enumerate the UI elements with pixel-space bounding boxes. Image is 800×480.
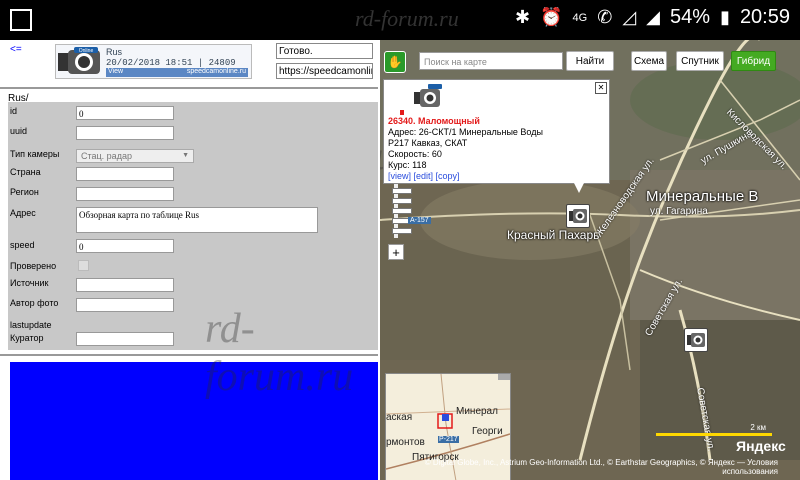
signal-empty-icon: ◿ bbox=[622, 7, 637, 27]
signal-icon: ◢ bbox=[646, 7, 660, 27]
camera-icon bbox=[569, 209, 587, 223]
label-photo-author: Автор фото bbox=[10, 298, 59, 308]
curator-field[interactable] bbox=[76, 332, 174, 346]
popup-camera-icon bbox=[414, 84, 442, 107]
camera-type-value: Стац. радар bbox=[81, 151, 132, 161]
back-link[interactable]: <= bbox=[10, 44, 22, 55]
status-icons: ✱ ⏰ 4G ✆ ◿ ◢ 54% ▮ 20:59 bbox=[515, 6, 790, 29]
street-label: ул. Гагарина bbox=[650, 206, 708, 217]
zoom-in-button[interactable]: + bbox=[388, 244, 404, 260]
label-address: Адрес bbox=[10, 208, 36, 218]
label-id: id bbox=[10, 106, 18, 116]
label-region: Регион bbox=[10, 187, 39, 197]
scale-label: 2 км bbox=[750, 423, 766, 432]
region-field[interactable] bbox=[76, 187, 174, 201]
speed-field[interactable]: 0 bbox=[76, 239, 174, 253]
zoom-tick bbox=[392, 208, 412, 214]
alarm-icon: ⏰ bbox=[540, 7, 563, 27]
scheme-button[interactable]: Схема bbox=[631, 51, 667, 71]
source-field[interactable] bbox=[76, 278, 174, 292]
speedcam-logo[interactable]: Online Rus 20/02/2018 18:51 | 24809 View… bbox=[55, 44, 252, 79]
zoom-tick bbox=[392, 228, 412, 234]
logo-line2: 20/02/2018 18:51 | 24809 bbox=[106, 58, 236, 68]
uuid-field[interactable] bbox=[76, 126, 174, 140]
clock: 20:59 bbox=[739, 6, 790, 28]
scale-line bbox=[656, 433, 772, 436]
popup-links[interactable]: [view] [edit] [copy] bbox=[388, 171, 460, 181]
minimap-road-shield: Р-217 bbox=[438, 436, 459, 443]
label-curator: Куратор bbox=[10, 333, 44, 343]
camera-type-select[interactable]: Стац. радар ▼ bbox=[76, 149, 194, 163]
camera-marker[interactable] bbox=[566, 204, 590, 228]
popup-speed: Скорость: 60 bbox=[388, 149, 442, 159]
status-dot bbox=[400, 110, 404, 115]
logo-line1: Rus bbox=[106, 47, 123, 57]
url-box[interactable]: https://speedcamonline bbox=[276, 63, 373, 79]
verified-checkbox[interactable] bbox=[78, 260, 89, 271]
minimap-label: рмонтов bbox=[386, 437, 425, 448]
label-uuid: uuid bbox=[10, 126, 28, 136]
hybrid-button[interactable]: Гибрид bbox=[731, 51, 776, 71]
bluetooth-icon: ✱ bbox=[515, 7, 531, 27]
popup-tail bbox=[573, 181, 585, 193]
camera-marker[interactable] bbox=[684, 328, 708, 352]
logo-line3: View speedcamonline.ru bbox=[106, 68, 248, 77]
minimap-label: Минерал bbox=[456, 406, 498, 417]
logo-site-label: speedcamonline.ru bbox=[186, 68, 246, 75]
id-field[interactable]: 0 bbox=[76, 106, 174, 120]
gallery-notification-icon bbox=[10, 9, 32, 31]
statusbar-watermark: rd-forum.ru bbox=[355, 6, 459, 31]
label-verified: Проверено bbox=[10, 261, 57, 271]
call-icon: ✆ bbox=[597, 7, 613, 27]
find-button[interactable]: Найти bbox=[566, 51, 614, 71]
map-search-input[interactable]: Поиск на карте bbox=[419, 52, 563, 70]
label-country: Страна bbox=[10, 167, 41, 177]
address-textarea[interactable]: Обзорная карта по таблице Rus bbox=[76, 207, 318, 233]
watermark-left: rd-forum.ru bbox=[205, 306, 354, 400]
road-shield: А-157 bbox=[408, 217, 431, 224]
popup-road: Р217 Кавказ, СКАТ bbox=[388, 138, 468, 148]
hand-tool-icon[interactable]: ✋ bbox=[384, 51, 406, 73]
label-speed: speed bbox=[10, 240, 35, 250]
online-badge: Online bbox=[79, 48, 94, 54]
label-camera-type: Тип камеры bbox=[10, 149, 60, 159]
close-icon[interactable]: ✕ bbox=[595, 82, 607, 94]
battery-percent: 54% bbox=[670, 6, 711, 28]
photo-author-field[interactable] bbox=[76, 298, 174, 312]
label-lastupdate: lastupdate bbox=[10, 320, 52, 330]
camera-logo-icon: Online bbox=[58, 47, 100, 74]
country-field[interactable] bbox=[76, 167, 174, 181]
popup-title: 26340. Маломощный bbox=[388, 116, 480, 126]
satellite-button[interactable]: Спутник bbox=[676, 51, 724, 71]
camera-icon bbox=[687, 333, 705, 347]
city-label: Минеральные В bbox=[646, 188, 759, 205]
map-view[interactable]: rd-forum.ru ✋ Поиск на карте Найти Схема… bbox=[380, 40, 800, 480]
network-type: 4G bbox=[572, 11, 588, 24]
status-box: Готово. bbox=[276, 43, 373, 59]
battery-icon: ▮ bbox=[720, 7, 730, 27]
label-source: Источник bbox=[10, 278, 49, 288]
popup-address: Адрес: 26-СКТ/1 Минеральные Воды bbox=[388, 127, 543, 137]
android-status-bar: rd-forum.ru ✱ ⏰ 4G ✆ ◿ ◢ 54% ▮ 20:59 bbox=[0, 0, 800, 40]
popup-course: Курс: 118 bbox=[388, 160, 427, 170]
village-label: Красный Пахарь bbox=[507, 228, 600, 242]
zoom-tick bbox=[392, 198, 412, 204]
chevron-down-icon: ▼ bbox=[182, 152, 189, 159]
yandex-logo: Яндекс bbox=[736, 438, 786, 454]
minimap-label: аская bbox=[386, 412, 413, 423]
camera-popup: ✕ 26340. Маломощный Адрес: 26-СКТ/1 Мине… bbox=[383, 79, 610, 184]
minimap-label: Георги bbox=[472, 426, 503, 437]
divider bbox=[0, 87, 378, 89]
logo-view-label: View bbox=[108, 68, 124, 75]
left-panel: <= Online Rus 20/02/2018 18:51 | 24809 V… bbox=[0, 40, 380, 480]
map-copyright[interactable]: © Digital Globe, Inc., Astrium Geo-Infor… bbox=[380, 458, 800, 476]
zoom-tick bbox=[392, 188, 412, 194]
